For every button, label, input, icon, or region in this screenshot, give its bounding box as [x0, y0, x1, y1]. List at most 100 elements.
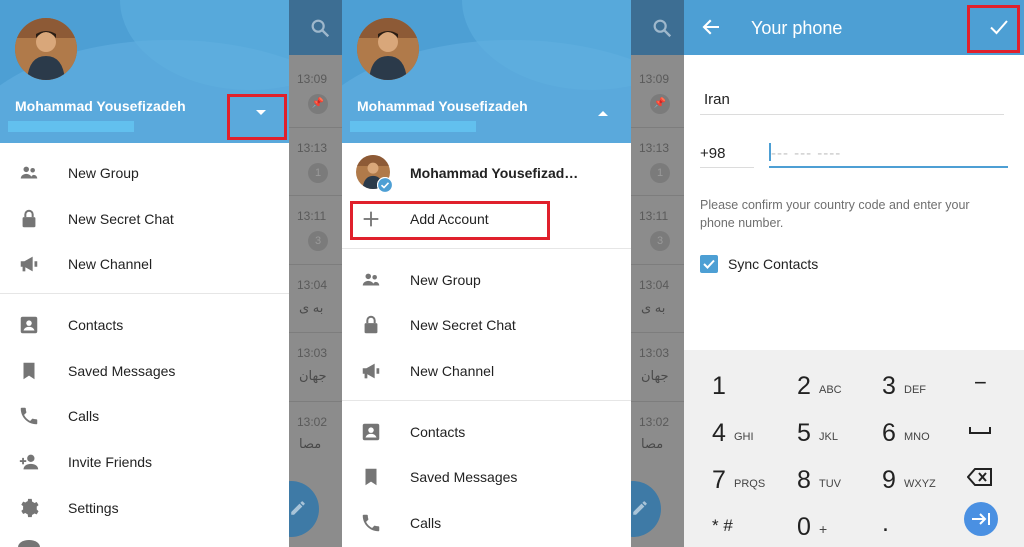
compose-button[interactable] [289, 481, 319, 537]
key-9[interactable]: 9 WXYZ [854, 452, 939, 499]
menu-calls[interactable]: Calls [0, 393, 289, 439]
next-button[interactable] [964, 502, 998, 536]
key-1[interactable]: 1 [684, 358, 769, 405]
menu-new-channel[interactable]: New Channel [0, 241, 289, 287]
key-digit: 3 [882, 372, 896, 400]
menu-invite-friends[interactable]: Invite Friends [0, 439, 289, 485]
back-arrow-icon[interactable] [702, 18, 720, 36]
menu-calls[interactable]: Calls [342, 500, 631, 546]
menu-saved-messages[interactable]: Saved Messages [0, 348, 289, 394]
unread-badge: 1 [308, 163, 328, 183]
numeric-keypad: 1 2 ABC 3 DEF − 4 GHI 5 JKL 6 MNO 7 PRQS 8 TUV … [684, 350, 1024, 547]
key-4[interactable]: 4 GHI [684, 405, 769, 452]
account-name: Mohammad Yousefizad… [410, 165, 579, 181]
menu-label: Invite Friends [68, 454, 153, 470]
key-next[interactable] [939, 499, 1024, 546]
key-letters: TUV [819, 478, 841, 490]
key-7[interactable]: 7 PRQS [684, 452, 769, 499]
key-8[interactable]: 8 TUV [769, 452, 854, 499]
chat-list-background: 13:09 📌 13:13 1 13:11 3 13:04 به ی 13:03… [631, 0, 684, 547]
pin-icon: 📌 [650, 94, 670, 114]
menu-settings[interactable]: Settings [0, 485, 289, 531]
menu-label: Calls [410, 515, 442, 531]
key-2[interactable]: 2 ABC [769, 358, 854, 405]
contact-card-icon [362, 423, 380, 441]
key-digit: 5 [797, 419, 811, 447]
key-space[interactable] [939, 405, 1024, 452]
check-badge-icon [377, 177, 393, 193]
phone-number-redacted [8, 121, 134, 132]
search-icon[interactable] [651, 17, 673, 39]
tab-arrow-icon [972, 513, 990, 525]
space-icon [969, 427, 991, 434]
key-digit: 2 [797, 372, 811, 400]
menu-new-secret-chat[interactable]: New Secret Chat [0, 196, 289, 242]
unread-badge: 3 [650, 231, 670, 251]
chat-snippet: به ی [641, 300, 666, 315]
highlight-box [227, 94, 287, 140]
menu-new-group[interactable]: New Group [342, 257, 631, 303]
chat-snippet: جهان [641, 368, 669, 383]
chat-time: 13:09 [639, 72, 670, 86]
divider [631, 195, 684, 196]
chat-time: 13:04 [639, 278, 670, 292]
compose-button[interactable] [631, 481, 661, 537]
divider [700, 167, 754, 168]
key-letters: PRQS [734, 478, 766, 490]
divider [289, 401, 342, 402]
divider [631, 264, 684, 265]
megaphone-icon [362, 363, 380, 379]
pencil-icon [291, 501, 305, 515]
chat-list-background: 13:09 📌 13:13 1 13:11 3 13:04 به ی 13:03… [289, 0, 342, 547]
key-minus[interactable]: − [939, 358, 1024, 405]
phone-number-input[interactable] [769, 140, 1008, 168]
country-field[interactable]: Iran [704, 91, 730, 108]
key-digit: 0 [797, 513, 811, 541]
chat-time: 13:11 [297, 209, 327, 223]
key-6[interactable]: 6 MNO [854, 405, 939, 452]
sync-contacts-checkbox[interactable]: Sync Contacts [700, 255, 900, 275]
key-dot[interactable]: . [854, 499, 939, 546]
key-3[interactable]: 3 DEF [854, 358, 939, 405]
navigation-drawer: Mohammad Yousefizadeh Mohammad Yousefiza… [342, 0, 631, 547]
key-digit: 9 [882, 466, 896, 494]
avatar[interactable] [357, 18, 419, 80]
avatar[interactable] [15, 18, 77, 80]
chat-time: 13:02 [297, 415, 328, 429]
key-digit: 4 [712, 419, 726, 447]
menu-label: Saved Messages [68, 363, 176, 379]
key-letters: JKL [819, 431, 838, 443]
menu-contacts[interactable]: Contacts [0, 302, 289, 348]
lock-icon [364, 315, 378, 334]
bookmark-icon [365, 468, 377, 486]
key-0[interactable]: 0 + [769, 499, 854, 546]
menu-label: Contacts [410, 424, 466, 440]
user-name: Mohammad Yousefizadeh [357, 98, 528, 114]
key-star-hash[interactable]: * # [684, 499, 769, 546]
menu-new-group[interactable]: New Group [0, 150, 289, 196]
menu-new-secret-chat[interactable]: New Secret Chat [342, 302, 631, 348]
drawer-header: Mohammad Yousefizadeh [342, 0, 631, 143]
screen-drawer-collapsed: 13:09 📌 13:13 1 13:11 3 13:04 به ی 13:03… [0, 0, 342, 547]
search-icon[interactable] [309, 17, 331, 39]
menu-new-channel[interactable]: New Channel [342, 348, 631, 394]
bookmark-icon [23, 362, 35, 380]
account-item[interactable]: Mohammad Yousefizad… [342, 150, 631, 196]
add-person-icon [19, 454, 39, 470]
menu-saved-messages[interactable]: Saved Messages [342, 454, 631, 500]
menu-contacts[interactable]: Contacts [342, 409, 631, 455]
chat-time: 13:13 [297, 141, 328, 155]
country-code-field[interactable]: +98 [700, 145, 725, 162]
chat-time: 13:11 [639, 209, 669, 223]
backspace-icon [967, 468, 992, 486]
chevron-up-icon[interactable] [595, 108, 611, 118]
key-letters: + [819, 521, 828, 537]
key-backspace[interactable] [939, 452, 1024, 499]
menu-label: New Secret Chat [410, 317, 516, 333]
key-letters: DEF [904, 384, 926, 396]
key-letters: WXYZ [904, 478, 936, 490]
key-5[interactable]: 5 JKL [769, 405, 854, 452]
help-icon [18, 540, 40, 547]
chat-time: 13:09 [297, 72, 328, 86]
menu-label: New Channel [410, 363, 495, 379]
